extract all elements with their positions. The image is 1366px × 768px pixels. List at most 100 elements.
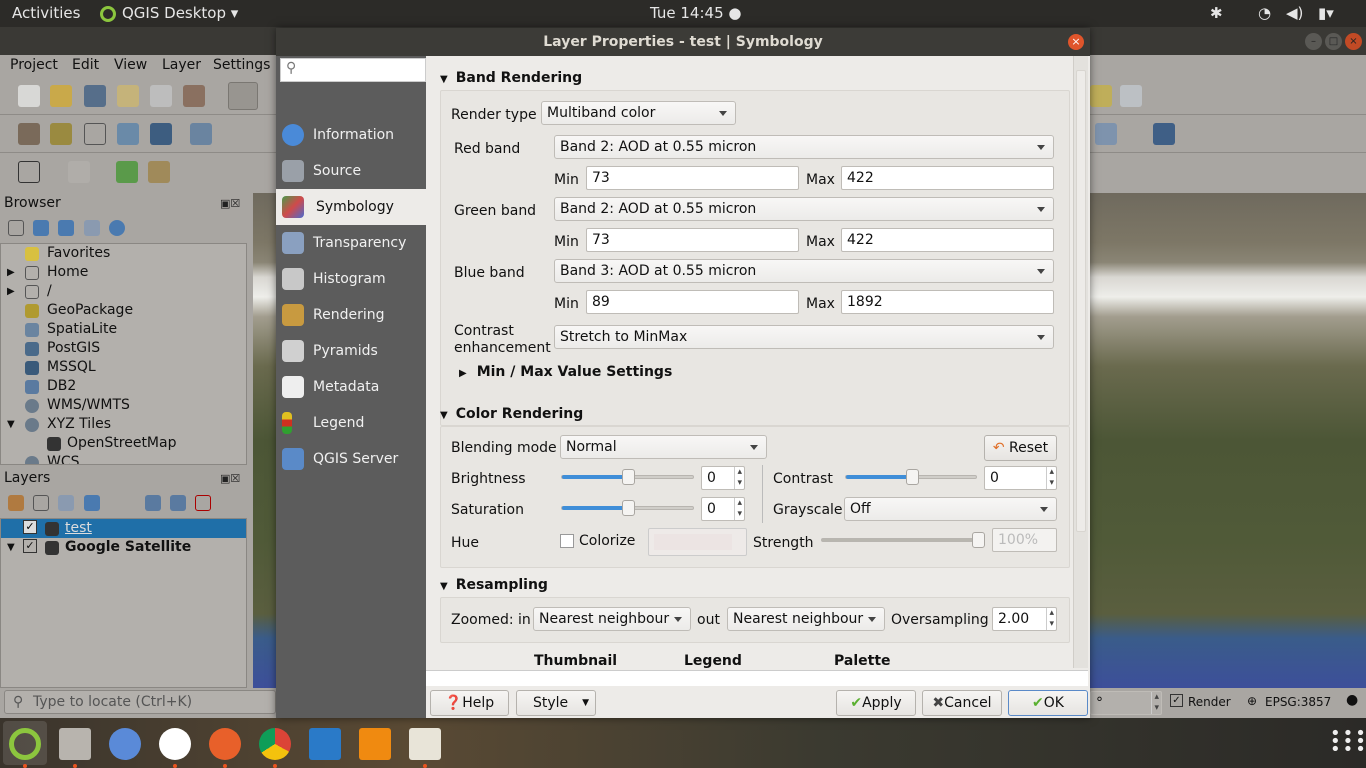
new-spatialite-icon[interactable] xyxy=(117,123,139,145)
style-manager-icon[interactable] xyxy=(183,85,205,107)
red-band-select[interactable]: Band 2: AOD at 0.55 micron xyxy=(554,135,1054,159)
vertical-scrollbar[interactable] xyxy=(1073,56,1088,668)
sidebar-item-histogram[interactable]: Histogram xyxy=(276,261,426,297)
chrome-dock-icon[interactable] xyxy=(259,728,291,760)
pan-map-icon[interactable] xyxy=(228,82,258,110)
menu-project[interactable]: Project xyxy=(10,57,58,73)
scrollbar-thumb[interactable] xyxy=(1076,70,1086,532)
contrast-slider[interactable] xyxy=(845,469,977,485)
sidebar-item-legend[interactable]: Legend xyxy=(276,405,426,441)
new-print-layout-icon[interactable] xyxy=(117,85,139,107)
new-project-icon[interactable] xyxy=(18,85,40,107)
render-checkbox[interactable]: ✓ xyxy=(1170,694,1183,707)
contrast-spinbox[interactable]: 0 xyxy=(984,466,1057,490)
firefox-dock-icon[interactable] xyxy=(209,728,241,760)
green-max-input[interactable]: 422 xyxy=(841,228,1054,252)
oversampling-spinbox[interactable]: 2.00 xyxy=(992,607,1057,631)
zoomed-in-select[interactable]: Nearest neighbour xyxy=(533,607,691,631)
blue-band-select[interactable]: Band 3: AOD at 0.55 micron xyxy=(554,259,1054,283)
horizontal-scrollbar[interactable] xyxy=(426,670,1088,686)
help-button[interactable]: ❓Help xyxy=(430,690,509,716)
contrast-enhancement-select[interactable]: Stretch to MinMax xyxy=(554,325,1054,349)
slack-dock-icon[interactable] xyxy=(159,728,191,760)
browser-item-mssql[interactable]: MSSQL xyxy=(1,358,246,377)
panel-float-close-icons[interactable]: ▣☒ xyxy=(220,197,240,210)
browser-item-spatialite[interactable]: SpatiaLite xyxy=(1,320,246,339)
data-source-manager-icon[interactable] xyxy=(18,123,40,145)
rotation-input[interactable]: ° xyxy=(1090,691,1162,715)
grayscale-select[interactable]: Off xyxy=(844,497,1057,521)
locator-search-input[interactable]: ⚲ Type to locate (Ctrl+K) xyxy=(4,690,276,714)
wifi-icon[interactable]: ◔ xyxy=(1258,4,1271,22)
sidebar-search-input[interactable]: ⚲ xyxy=(280,58,426,82)
menu-settings[interactable]: Settings xyxy=(213,57,270,73)
browser-item-wcs[interactable]: WCS xyxy=(1,453,246,464)
open-project-icon[interactable] xyxy=(50,85,72,107)
style-menu-button[interactable]: Style ▼ xyxy=(516,690,596,716)
layer-item-google-satellite[interactable]: ▼ ✓ Google Satellite xyxy=(1,538,246,557)
resampling-header[interactable]: ▼ Resampling xyxy=(440,577,548,593)
new-memory-layer-icon[interactable] xyxy=(150,123,172,145)
blending-mode-select[interactable]: Normal xyxy=(560,435,767,459)
saturation-slider[interactable] xyxy=(561,500,694,516)
blue-min-input[interactable]: 89 xyxy=(586,290,799,314)
show-apps-icon[interactable]: ••• ••• ••• xyxy=(1330,725,1366,759)
dialog-close-button[interactable]: × xyxy=(1068,34,1084,50)
files-dock-icon[interactable] xyxy=(59,728,91,760)
zoomed-out-select[interactable]: Nearest neighbour xyxy=(727,607,885,631)
browser-item-geopackage[interactable]: GeoPackage xyxy=(1,301,246,320)
brightness-slider[interactable] xyxy=(561,469,694,485)
filter-icon[interactable] xyxy=(58,220,74,236)
slack-tray-icon[interactable]: ✱ xyxy=(1210,4,1223,22)
vscode-dock-icon[interactable] xyxy=(309,728,341,760)
chromium-dock-icon[interactable] xyxy=(109,728,141,760)
sidebar-item-symbology[interactable]: Symbology xyxy=(276,189,426,225)
reset-button[interactable]: ↶ Reset xyxy=(984,435,1057,461)
battery-icon[interactable]: ▮▾ xyxy=(1318,4,1334,22)
add-wms-icon[interactable] xyxy=(1095,123,1117,145)
crs-icon[interactable]: ⊕ xyxy=(1247,694,1257,708)
add-group-icon[interactable] xyxy=(33,495,49,511)
green-min-input[interactable]: 73 xyxy=(586,228,799,252)
sidebar-item-information[interactable]: Information xyxy=(276,117,426,153)
sidebar-item-transparency[interactable]: Transparency xyxy=(276,225,426,261)
color-rendering-header[interactable]: ▼ Color Rendering xyxy=(440,406,583,422)
red-max-input[interactable]: 422 xyxy=(841,166,1054,190)
text-editor-dock-icon[interactable] xyxy=(409,728,441,760)
browser-item-xyz[interactable]: ▼ XYZ Tiles xyxy=(1,415,246,434)
zoom-icon[interactable] xyxy=(116,161,138,183)
colorize-checkbox[interactable] xyxy=(560,534,574,548)
blue-max-input[interactable]: 1892 xyxy=(841,290,1054,314)
layer-styling-icon[interactable] xyxy=(8,495,24,511)
properties-icon[interactable] xyxy=(109,220,125,236)
layer-item-test[interactable]: ✓ test xyxy=(1,519,246,538)
browser-item-home[interactable]: ▶ Home xyxy=(1,263,246,282)
select-icon[interactable] xyxy=(68,161,90,183)
menu-edit[interactable]: Edit xyxy=(72,57,99,73)
colorize-color-button[interactable] xyxy=(648,528,747,556)
sidebar-item-source[interactable]: Source xyxy=(276,153,426,189)
menu-layer[interactable]: Layer xyxy=(162,57,201,73)
layers-icon[interactable] xyxy=(18,161,40,183)
minimize-button[interactable]: – xyxy=(1305,33,1322,50)
strength-slider[interactable] xyxy=(821,532,985,548)
browser-item-openstreetmap[interactable]: OpenStreetMap xyxy=(1,434,246,453)
add-selected-icon[interactable] xyxy=(8,220,24,236)
sidebar-item-metadata[interactable]: Metadata xyxy=(276,369,426,405)
georeferencer-icon[interactable] xyxy=(148,161,170,183)
render-type-select[interactable]: Multiband color xyxy=(541,101,736,125)
visibility-icon[interactable] xyxy=(58,495,74,511)
maximize-button[interactable]: □ xyxy=(1325,33,1342,50)
minmax-settings-toggle[interactable]: ▶ Min / Max Value Settings xyxy=(459,364,672,380)
collapse-all-icon[interactable] xyxy=(170,495,186,511)
saturation-spinbox[interactable]: 0 xyxy=(701,497,745,521)
text-annotation-icon[interactable] xyxy=(1120,85,1142,107)
filter-legend-icon[interactable] xyxy=(84,495,100,511)
qgis-dock-icon[interactable] xyxy=(9,728,41,760)
new-shapefile-icon[interactable] xyxy=(84,123,106,145)
messages-icon[interactable]: ● xyxy=(1346,692,1358,708)
browser-item-favorites[interactable]: Favorites xyxy=(1,244,246,263)
close-button[interactable]: × xyxy=(1345,33,1362,50)
red-min-input[interactable]: 73 xyxy=(586,166,799,190)
band-rendering-header[interactable]: ▼ Band Rendering xyxy=(440,70,582,86)
